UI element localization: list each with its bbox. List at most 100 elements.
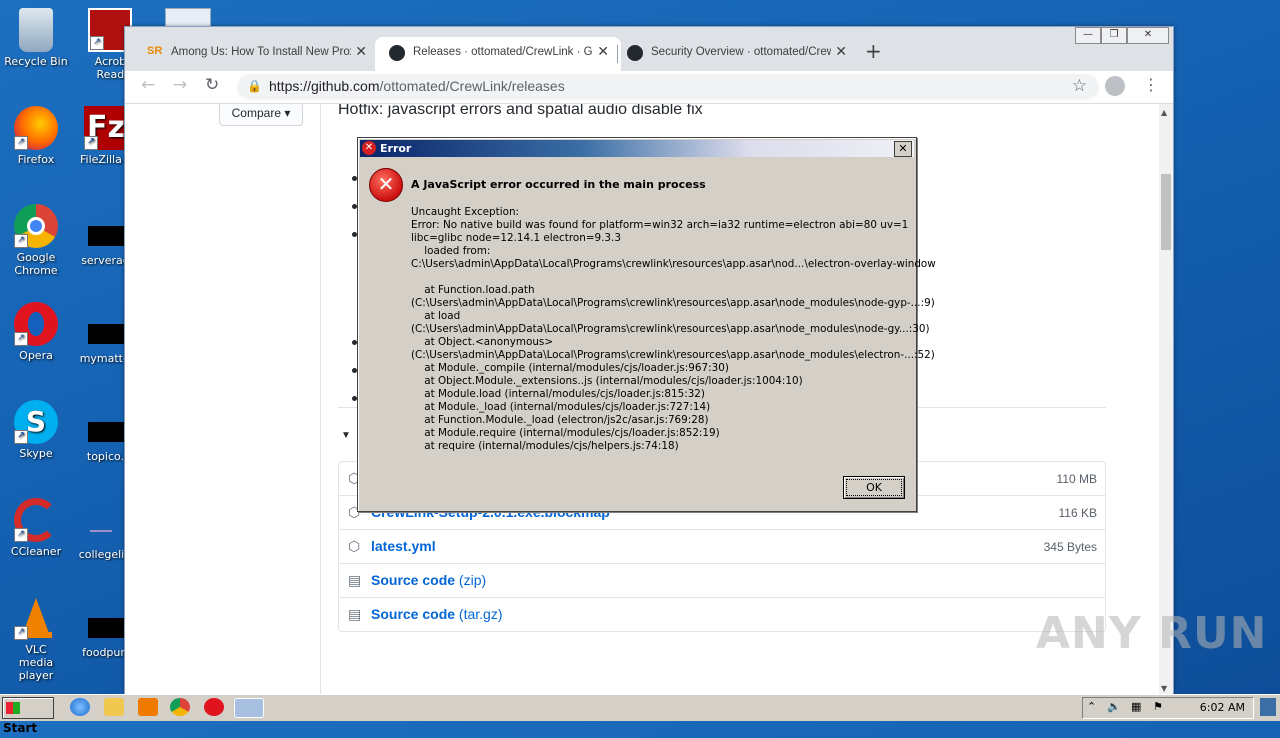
error-dialog: ✕ Error ✕ ✕ A JavaScript error occurred … [357, 137, 936, 512]
package-icon: ⬡ [348, 538, 361, 554]
back-icon[interactable]: ← [141, 75, 155, 95]
redacted-line [90, 530, 112, 532]
network-icon[interactable]: ▦ [1131, 700, 1141, 713]
filezilla-icon: Fz ↗ [84, 106, 128, 150]
asset-size: 110 MB [1056, 472, 1097, 486]
url-path: /ottomated/CrewLink/releases [379, 78, 565, 94]
desktop-icon-label: Firefox [17, 153, 55, 166]
desktop-icon-label: Google Chrome [14, 251, 58, 277]
error-small-icon: ✕ [362, 141, 376, 155]
compare-button[interactable]: Compare ▾ [219, 104, 303, 126]
reload-icon[interactable]: ↻ [205, 75, 219, 95]
desktop-icon-firefox[interactable]: ↗ Firefox [0, 106, 72, 166]
file-zip-icon: ▤ [348, 606, 362, 622]
asset-name-text: Source code [371, 606, 456, 622]
list-item[interactable]: ⬡ latest.yml 345 Bytes [339, 529, 1105, 563]
flag-icon[interactable]: ⚑ [1153, 700, 1163, 713]
ie-icon[interactable] [70, 698, 90, 716]
forward-icon[interactable]: → [173, 75, 187, 95]
tab-title: Releases · ottomated/CrewLink · Git [413, 46, 593, 58]
desktop-icon-label: Recycle Bin [4, 55, 68, 68]
desktop-icon-recycle-bin[interactable]: Recycle Bin [0, 8, 72, 68]
crewlink-taskbar-icon[interactable] [234, 698, 264, 718]
sr-icon: SR [147, 45, 163, 57]
dialog-close-button[interactable]: ✕ [894, 141, 912, 157]
start-label: Start [3, 721, 38, 735]
volume-icon[interactable]: 🔈 [1107, 700, 1121, 713]
ccleaner-icon: ↗ [14, 498, 58, 542]
asset-name[interactable]: Source code (tar.gz) [371, 606, 503, 622]
windows-logo-icon [6, 702, 20, 714]
new-tab-button[interactable]: + [865, 39, 882, 63]
asset-size: 116 KB [1058, 506, 1097, 520]
desktop-icon-label: Skype [19, 447, 53, 460]
url-text: https://github.com/ottomated/CrewLink/re… [269, 78, 565, 94]
assets-caret-icon[interactable]: ▼ [341, 430, 351, 441]
asset-name[interactable]: latest.yml [371, 538, 436, 554]
opera-taskbar-icon[interactable] [204, 698, 224, 716]
bookmark-star-icon[interactable]: ☆ [1072, 76, 1087, 96]
close-tab-icon[interactable]: ✕ [835, 43, 847, 60]
explorer-folder-icon[interactable] [104, 698, 124, 716]
desktop-icon-skype[interactable]: S ↗ Skype [0, 400, 72, 460]
taskbar: Start ⌃ 🔈 ▦ ⚑ 6:02 AM [0, 694, 1280, 735]
system-tray: ⌃ 🔈 ▦ ⚑ 6:02 AM [1082, 697, 1254, 719]
tab-releases[interactable]: Releases · ottomated/CrewLink · Git ✕ [375, 37, 621, 71]
page-scrollbar[interactable]: ▲ ▼ [1159, 104, 1173, 695]
anyrun-watermark: ANY RUN [1036, 608, 1268, 659]
desktop-icon-label: Opera [19, 349, 53, 362]
redacted-icon [88, 324, 124, 344]
close-tab-icon[interactable]: ✕ [355, 43, 367, 60]
maximize-button[interactable]: ❐ [1101, 27, 1127, 44]
redacted-icon [88, 618, 124, 638]
address-bar[interactable]: 🔒 https://github.com/ottomated/CrewLink/… [237, 74, 1099, 100]
desktop-icon-chrome[interactable]: ↗ Google Chrome [0, 204, 72, 277]
list-item[interactable]: ▤ Source code (tar.gz) [339, 597, 1105, 631]
asset-format: (zip) [458, 572, 487, 588]
asset-format: (tar.gz) [458, 606, 503, 622]
tab-title: Among Us: How To Install New Proxi [171, 46, 351, 58]
desktop-icon-label: CCleaner [10, 545, 62, 558]
tab-among-us[interactable]: SR Among Us: How To Install New Proxi ✕ [133, 37, 379, 71]
desktop-icon-label: FileZilla Cl [80, 153, 130, 166]
clock[interactable]: 6:02 AM [1200, 701, 1245, 714]
media-player-icon[interactable] [138, 698, 158, 716]
scroll-down-icon[interactable]: ▼ [1161, 684, 1167, 693]
asset-name-text: Source code [371, 572, 456, 588]
chrome-taskbar-icon[interactable] [170, 698, 190, 716]
dialog-titlebar: ✕ Error ✕ [360, 140, 914, 157]
chrome-icon: ↗ [14, 204, 58, 248]
github-icon [389, 45, 405, 61]
desktop-icon-opera[interactable]: ↗ Opera [0, 302, 72, 362]
close-window-button[interactable]: ✕ [1127, 27, 1169, 44]
scrollbar-thumb[interactable] [1161, 174, 1171, 250]
menu-kebab-icon[interactable]: ⋮ [1143, 75, 1159, 94]
tab-title: Security Overview · ottomated/Crew [651, 46, 831, 58]
browser-toolbar: ← → ↻ 🔒 https://github.com/ottomated/Cre… [125, 71, 1173, 104]
firefox-icon: ↗ [14, 106, 58, 150]
show-desktop-button[interactable] [1260, 698, 1276, 716]
scroll-up-icon[interactable]: ▲ [1161, 108, 1167, 117]
ok-button[interactable]: OK [843, 476, 905, 499]
left-column-divider [320, 104, 321, 695]
vlc-icon: ↗ [14, 596, 58, 640]
close-tab-icon[interactable]: ✕ [597, 43, 609, 60]
asset-name[interactable]: Source code (zip) [371, 572, 486, 588]
recycle-bin-icon [19, 8, 53, 52]
tab-strip: SR Among Us: How To Install New Proxi ✕ … [125, 27, 1173, 71]
tab-security-overview[interactable]: Security Overview · ottomated/Crew ✕ [613, 37, 859, 71]
dialog-title: Error [380, 142, 412, 155]
dialog-heading: A JavaScript error occurred in the main … [411, 178, 706, 191]
redacted-icon [88, 226, 124, 246]
desktop-icon-label: VLC media player [18, 643, 54, 682]
desktop-icon-vlc[interactable]: ↗ VLC media player [0, 596, 72, 682]
start-button[interactable]: Start [2, 697, 54, 735]
release-heading: Hotfix: javascript errors and spatial au… [338, 104, 703, 118]
profile-icon[interactable] [1105, 76, 1125, 96]
desktop-icon-ccleaner[interactable]: ↗ CCleaner [0, 498, 72, 558]
desktop-icon-file[interactable] [165, 8, 211, 28]
tray-expand-icon[interactable]: ⌃ [1087, 700, 1096, 713]
list-item[interactable]: ▤ Source code (zip) [339, 563, 1105, 597]
minimize-button[interactable]: — [1075, 27, 1101, 44]
error-icon: ✕ [369, 168, 403, 202]
